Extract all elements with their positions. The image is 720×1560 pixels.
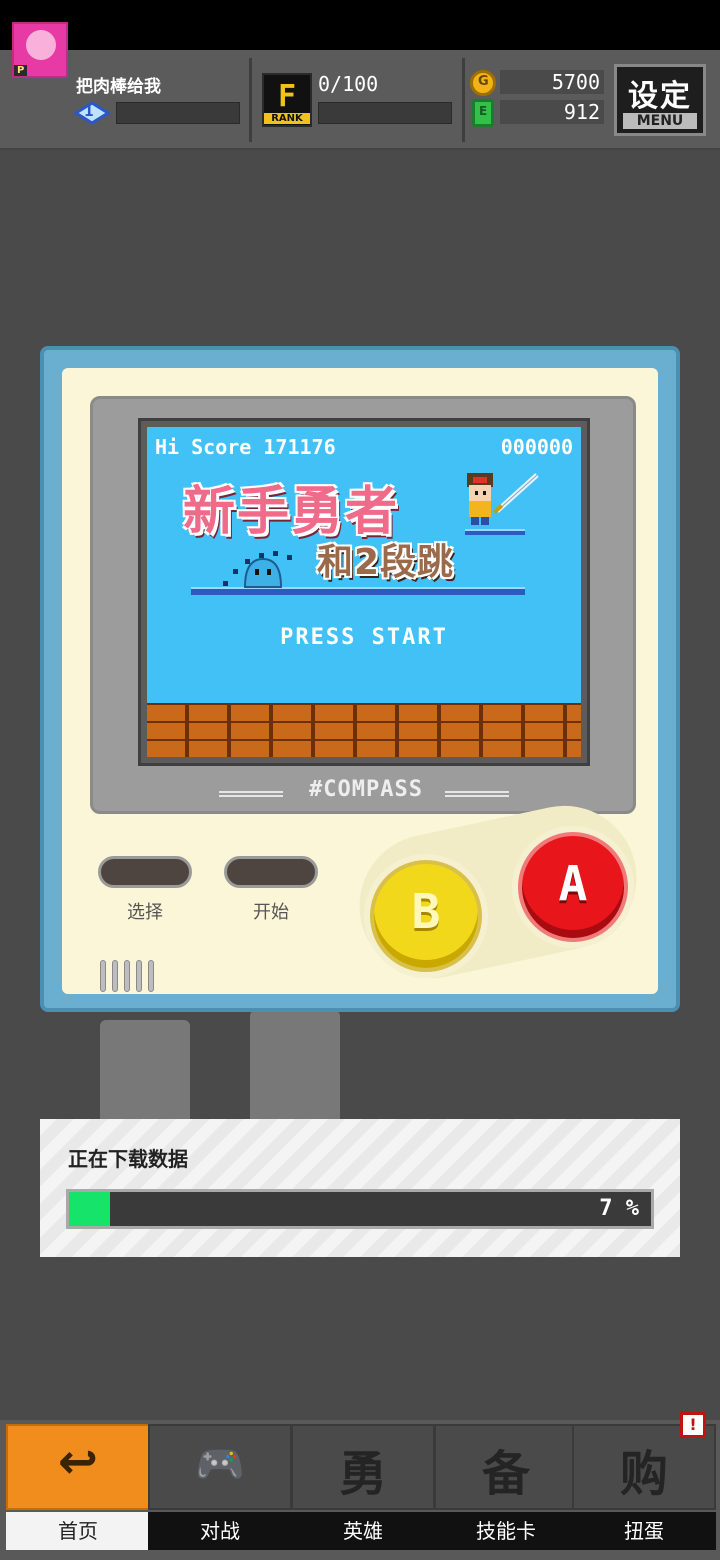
a-button[interactable]: A — [518, 832, 628, 942]
avatar-tag: P — [14, 65, 28, 76]
hud-divider — [249, 58, 252, 142]
start-label: 开始 — [253, 902, 289, 923]
nav-hero[interactable]: 勇 英雄 — [289, 1424, 437, 1554]
hi-score: Hi Score 171176 — [155, 435, 336, 459]
battle-icon: 🎮 — [195, 1441, 245, 1487]
status-bar — [0, 0, 720, 50]
current-score: 000000 — [500, 435, 573, 459]
menu-sub-label: MENU — [623, 113, 697, 129]
nav-hero-label: 英雄 — [291, 1512, 435, 1550]
rank-letter: F — [277, 79, 297, 114]
coin-icon — [470, 70, 496, 96]
nav-gacha[interactable]: 购 扭蛋 — [570, 1424, 718, 1554]
game-console: Hi Score 171176 000000 新手勇者 和2段跳 PRESS S… — [40, 346, 680, 1012]
download-progress-fill — [69, 1192, 110, 1226]
hero-sprite-icon — [467, 473, 539, 525]
screen-bezel: Hi Score 171176 000000 新手勇者 和2段跳 PRESS S… — [90, 396, 636, 814]
b-button[interactable]: B — [370, 860, 482, 972]
rank-progress-text: 0/100 — [318, 72, 379, 96]
device-label: #COMPASS — [309, 777, 423, 802]
speaker-grille — [100, 960, 164, 992]
press-start-text[interactable]: PRESS START — [147, 625, 581, 650]
a-button-label: A — [558, 856, 588, 912]
hud-divider — [462, 58, 465, 142]
nav-battle[interactable]: 🎮 对战 — [146, 1424, 294, 1554]
nav-home[interactable]: ↩ 首页 — [4, 1424, 152, 1554]
gem-value: 912 — [500, 100, 604, 124]
nav-cards-icon-area: 备 — [434, 1424, 578, 1510]
console-body: Hi Score 171176 000000 新手勇者 和2段跳 PRESS S… — [62, 368, 658, 994]
bottom-nav: ↩ 首页 🎮 对战 勇 英雄 备 技能卡 购 扭蛋 — [0, 1420, 720, 1560]
alert-icon: ! — [680, 1412, 706, 1438]
select-button[interactable] — [98, 856, 192, 888]
download-progress-bar: 7 % — [66, 1189, 654, 1229]
nav-hero-icon-area: 勇 — [291, 1424, 435, 1510]
nav-skill-cards[interactable]: 备 技能卡 — [432, 1424, 580, 1554]
slime-icon — [243, 557, 283, 588]
nav-battle-icon-area: 🎮 — [148, 1424, 292, 1510]
nav-home-label: 首页 — [6, 1512, 150, 1550]
hero-icon: 勇 — [338, 1446, 387, 1502]
download-title: 正在下载数据 — [68, 1147, 188, 1171]
download-panel: 正在下载数据 7 % — [40, 1119, 680, 1257]
rank-word: RANK — [264, 113, 310, 124]
label-line — [445, 791, 509, 797]
game-title-line2: 和2段跳 — [317, 542, 455, 583]
card-icon: 备 — [481, 1446, 530, 1502]
b-button-label: B — [411, 884, 441, 940]
nav-battle-label: 对战 — [148, 1512, 292, 1550]
download-progress-text: 7 % — [599, 1196, 639, 1221]
start-button[interactable] — [224, 856, 318, 888]
gem-icon — [472, 99, 494, 127]
menu-label: 设定 — [628, 79, 692, 114]
player-avatar[interactable]: P — [12, 22, 68, 78]
rank-badge[interactable]: F RANK — [262, 73, 312, 127]
select-label: 选择 — [127, 902, 163, 923]
brick-ground — [147, 703, 581, 757]
nav-cards-label: 技能卡 — [434, 1512, 578, 1550]
xp-bar — [116, 102, 240, 124]
game-screen[interactable]: Hi Score 171176 000000 新手勇者 和2段跳 PRESS S… — [138, 418, 590, 766]
menu-button[interactable]: 设定 MENU — [614, 64, 706, 136]
rank-progress-bar — [318, 102, 452, 124]
home-return-icon: ↩ — [57, 1434, 99, 1490]
top-hud — [0, 50, 720, 150]
game-screen-view: Hi Score 171176 000000 新手勇者 和2段跳 PRESS S… — [147, 427, 581, 757]
coin-value: 5700 — [500, 70, 604, 94]
gacha-icon: 购 — [619, 1446, 668, 1502]
player-name: 把肉棒给我 — [76, 77, 161, 97]
nav-gacha-label: 扭蛋 — [572, 1512, 716, 1550]
nav-home-icon-area: ↩ — [6, 1424, 150, 1510]
player-level: 1 — [84, 104, 94, 120]
